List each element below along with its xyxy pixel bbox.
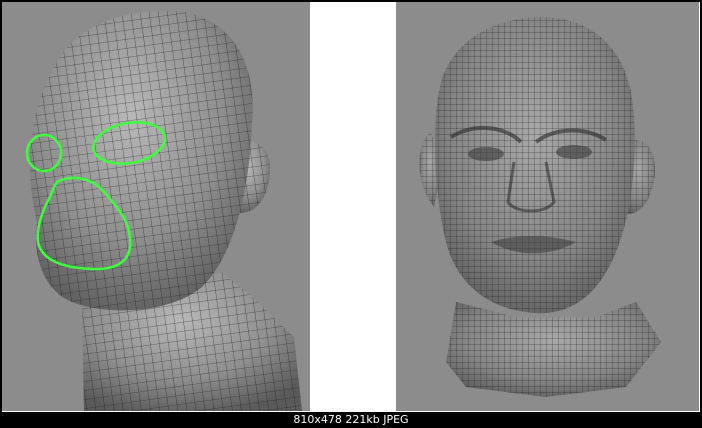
- left-viewport: [2, 2, 310, 411]
- eye-right: [556, 145, 592, 159]
- image-viewer-frame: 810x478 221kb JPEG: [0, 0, 702, 428]
- right-head-mesh: [419, 17, 661, 397]
- eye-left: [468, 147, 504, 161]
- left-head-mesh: [25, 11, 302, 411]
- image-info-caption: 810x478 221kb JPEG: [293, 413, 409, 426]
- right-viewport: [396, 2, 699, 411]
